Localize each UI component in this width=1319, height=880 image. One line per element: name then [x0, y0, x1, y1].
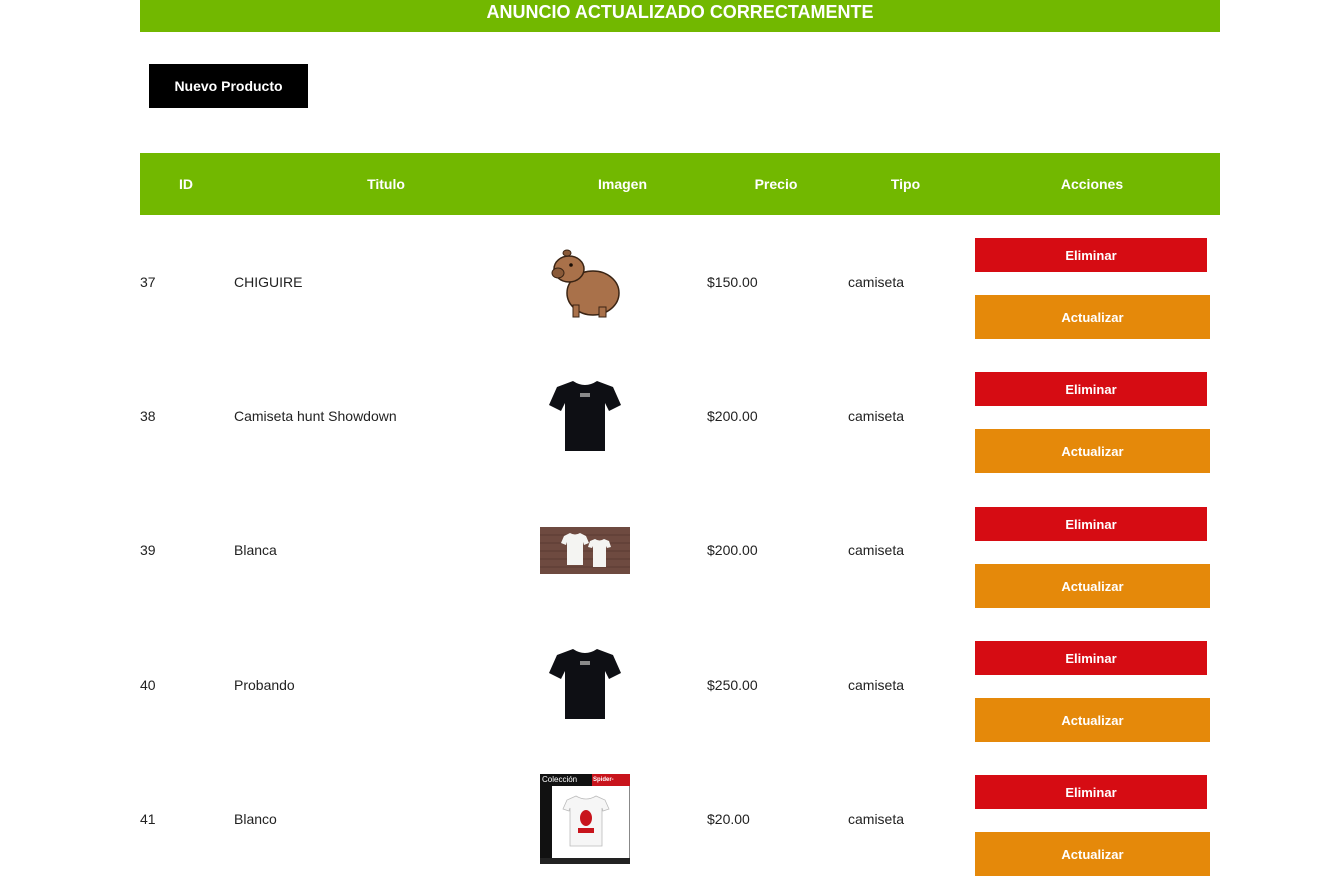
header-image: Imagen — [597, 176, 647, 192]
table-row: 41 Blanco Colección Spider-Mania $20.00 … — [140, 752, 1220, 880]
cell-type: camiseta — [848, 811, 905, 827]
header-id: ID — [179, 176, 193, 192]
cell-price: $250.00 — [707, 677, 758, 693]
product-image-black-tshirt — [547, 379, 623, 453]
cell-title: Blanco — [234, 811, 277, 827]
cell-price: $150.00 — [707, 274, 758, 290]
ad-brand-label: Spider-Mania — [593, 777, 614, 795]
cell-type: camiseta — [848, 274, 905, 290]
cell-type: camiseta — [848, 542, 905, 558]
cell-price: $20.00 — [707, 811, 750, 827]
update-button[interactable]: Actualizar — [975, 564, 1210, 608]
success-banner: ANUNCIO ACTUALIZADO CORRECTAMENTE — [140, 0, 1220, 32]
cell-id: 40 — [140, 677, 156, 693]
table-row: 38 Camiseta hunt Showdown $200.00 camise… — [140, 349, 1220, 483]
cell-price: $200.00 — [707, 542, 758, 558]
delete-button[interactable]: Eliminar — [975, 775, 1207, 809]
cell-type: camiseta — [848, 408, 905, 424]
cell-id: 41 — [140, 811, 156, 827]
update-button[interactable]: Actualizar — [975, 295, 1210, 339]
admin-products-page: ANUNCIO ACTUALIZADO CORRECTAMENTE Nuevo … — [0, 0, 1319, 880]
product-image-spiderman-tshirt: Colección Spider-Mania — [540, 774, 630, 864]
cell-title: CHIGUIRE — [234, 274, 303, 290]
update-button[interactable]: Actualizar — [975, 429, 1210, 473]
product-image-capybara — [549, 245, 623, 321]
delete-button[interactable]: Eliminar — [975, 641, 1207, 675]
table-row: 40 Probando $250.00 camiseta Eliminar Ac… — [140, 618, 1220, 752]
delete-button[interactable]: Eliminar — [975, 507, 1207, 541]
update-button[interactable]: Actualizar — [975, 832, 1210, 876]
cell-price: $200.00 — [707, 408, 758, 424]
new-product-button[interactable]: Nuevo Producto — [149, 64, 308, 108]
delete-button[interactable]: Eliminar — [975, 238, 1207, 272]
header-title: Titulo — [367, 176, 405, 192]
table-header: ID Titulo Imagen Precio Tipo Acciones — [140, 153, 1220, 215]
cell-id: 39 — [140, 542, 156, 558]
cell-title: Blanca — [234, 542, 277, 558]
product-image-black-tshirt — [547, 647, 623, 721]
table-row: 37 CHIGUIRE $150.00 camiseta Eliminar Ac… — [140, 215, 1220, 349]
header-price: Precio — [754, 176, 798, 192]
header-actions: Acciones — [1060, 176, 1124, 192]
header-type: Tipo — [890, 176, 921, 192]
cell-title: Probando — [234, 677, 295, 693]
product-image-white-tshirts — [540, 527, 630, 574]
ad-collection-label: Colección — [542, 775, 578, 784]
cell-type: camiseta — [848, 677, 905, 693]
update-button[interactable]: Actualizar — [975, 698, 1210, 742]
cell-title: Camiseta hunt Showdown — [234, 408, 397, 424]
cell-id: 38 — [140, 408, 156, 424]
delete-button[interactable]: Eliminar — [975, 372, 1207, 406]
cell-id: 37 — [140, 274, 156, 290]
table-row: 39 Blanca $200.00 camiseta Eliminar Actu… — [140, 483, 1220, 617]
